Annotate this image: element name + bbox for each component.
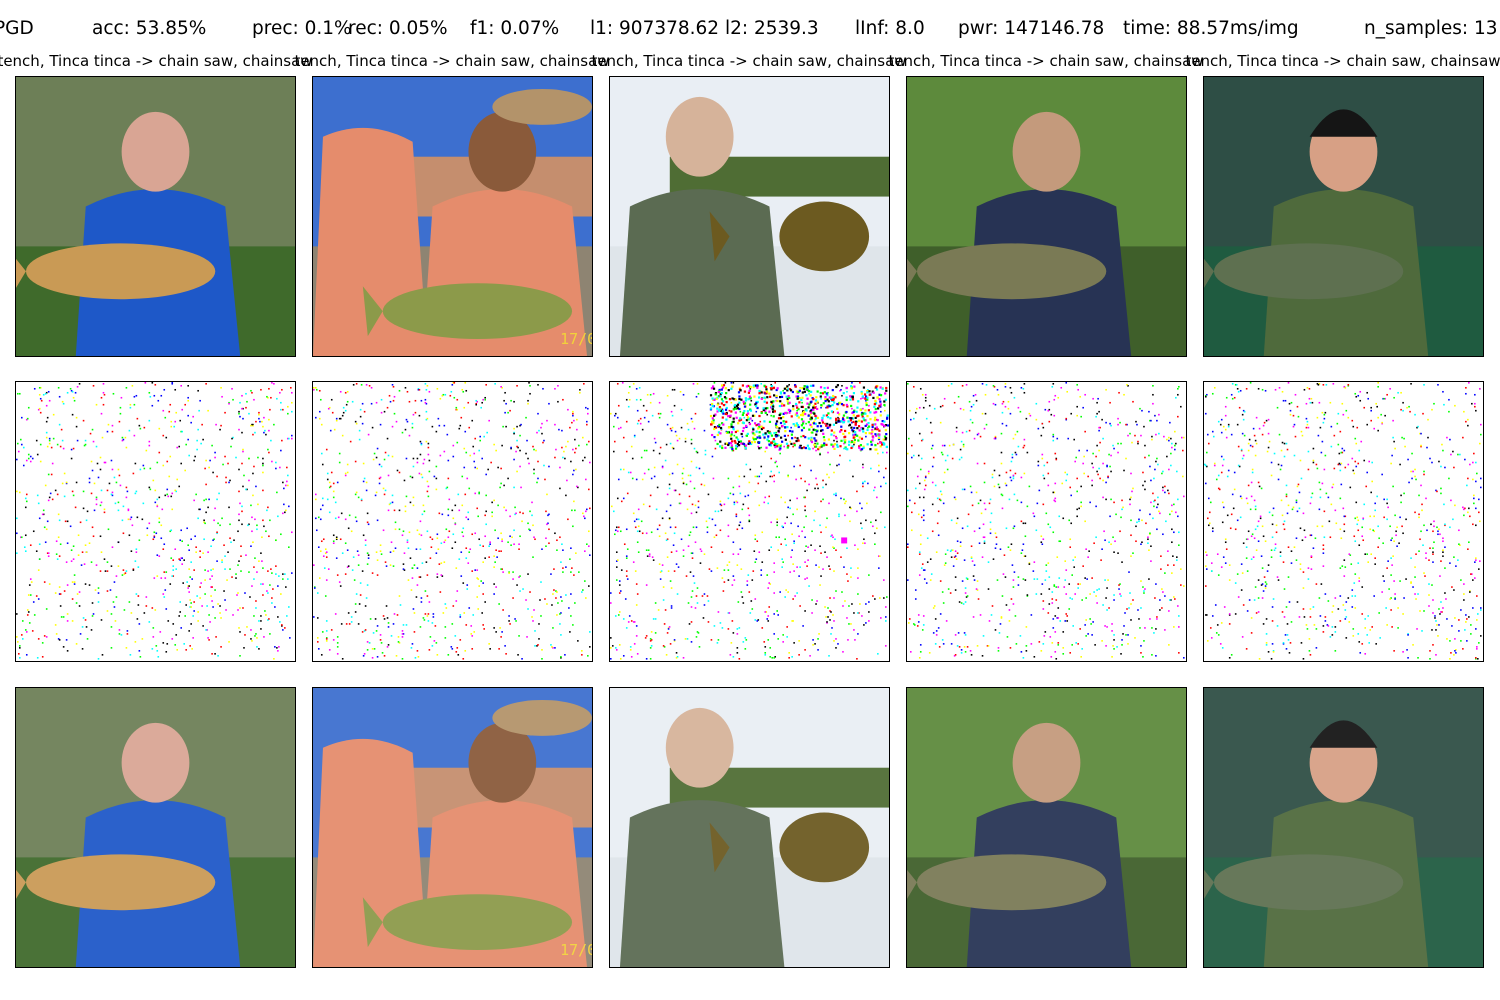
caption-1: tench, Tinca tinca -> chain saw, chainsa… xyxy=(0,52,313,70)
perturbation-map-5 xyxy=(1203,381,1484,662)
caption-2: tench, Tinca tinca -> chain saw, chainsa… xyxy=(294,52,610,70)
original-image-4 xyxy=(906,76,1187,357)
adversarial-image-4 xyxy=(906,687,1187,968)
photo-scene: 17/0 xyxy=(313,688,592,967)
acc-metric: acc: 53.85% xyxy=(92,18,207,39)
photo-scene xyxy=(16,77,295,356)
caption-3: tench, Tinca tinca -> chain saw, chainsa… xyxy=(591,52,907,70)
rec-metric: rec: 0.05% xyxy=(348,18,448,39)
adversarial-image-1 xyxy=(15,687,296,968)
perturbation-map-1 xyxy=(15,381,296,662)
n-samples-metric: n_samples: 13 xyxy=(1364,18,1498,39)
original-image-3 xyxy=(609,76,890,357)
photo-scene xyxy=(1204,688,1483,967)
original-image-1 xyxy=(15,76,296,357)
metrics-header: PGD acc: 53.85% prec: 0.1% rec: 0.05% f1… xyxy=(0,16,1500,42)
photo-scene xyxy=(907,77,1186,356)
noise-dots xyxy=(16,382,293,660)
original-image-5 xyxy=(1203,76,1484,357)
date-stamp: 17/0 xyxy=(560,330,592,348)
noise-dots xyxy=(907,382,1185,660)
adversarial-image-5 xyxy=(1203,687,1484,968)
noise-dots xyxy=(1204,382,1482,660)
original-image-2: 17/0 xyxy=(312,76,593,357)
photo-scene xyxy=(16,688,295,967)
linf-metric: lInf: 8.0 xyxy=(855,18,925,39)
adversarial-image-3 xyxy=(609,687,890,968)
f1-metric: f1: 0.07% xyxy=(470,18,560,39)
time-metric: time: 88.57ms/img xyxy=(1123,18,1299,39)
prec-metric: prec: 0.1% xyxy=(252,18,352,39)
pwr-metric: pwr: 147146.78 xyxy=(958,18,1105,39)
caption-5: tench, Tinca tinca -> chain saw, chainsa… xyxy=(1185,52,1500,70)
caption-4: tench, Tinca tinca -> chain saw, chainsa… xyxy=(888,52,1204,70)
l1-l2-metric: l1: 907378.62 l2: 2539.3 xyxy=(590,18,819,39)
perturbation-map-3 xyxy=(609,381,890,662)
perturbation-map-2 xyxy=(312,381,593,662)
noise-dots xyxy=(313,382,591,660)
noise-dots xyxy=(610,382,889,660)
perturbation-map-4 xyxy=(906,381,1187,662)
photo-scene xyxy=(610,77,889,356)
photo-scene xyxy=(907,688,1186,967)
method-label: PGD xyxy=(0,18,34,39)
photo-scene: 17/0 xyxy=(313,77,592,356)
photo-scene xyxy=(610,688,889,967)
adversarial-image-2: 17/0 xyxy=(312,687,593,968)
photo-scene xyxy=(1204,77,1483,356)
